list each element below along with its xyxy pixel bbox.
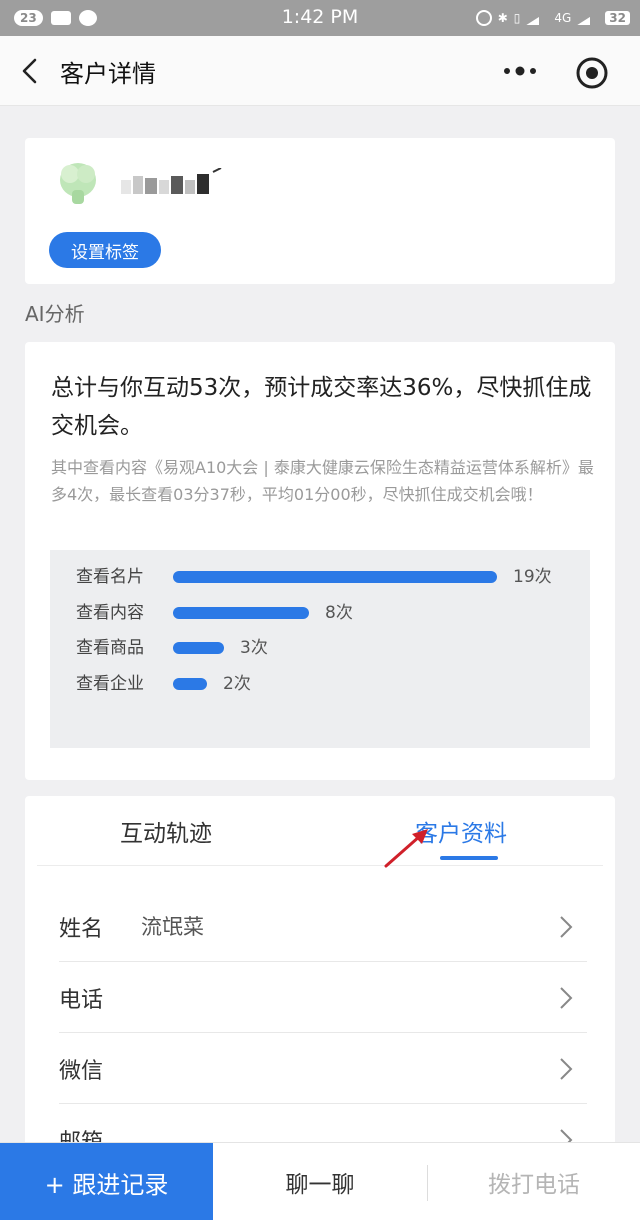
stat-label: 查看企业 <box>76 674 144 694</box>
stat-bar <box>173 678 207 690</box>
ai-analysis-card: 总计与你互动53次，预计成交率达36%，尽快抓住成交机会。 其中查看内容《易观A… <box>25 342 615 780</box>
field-value: 流氓菜 <box>141 915 204 939</box>
chevron-right-icon <box>560 1058 573 1080</box>
stat-label: 查看商品 <box>76 638 144 658</box>
annotation-arrow-icon <box>384 829 428 868</box>
ai-section-label: AI分析 <box>25 302 85 326</box>
stat-count: 2次 <box>223 674 251 694</box>
status-bar: 23 1:42 PM ✱ ▯ 4G 32 <box>0 0 640 36</box>
page-title: 客户详情 <box>60 60 156 88</box>
ai-headline: 总计与你互动53次，预计成交率达36%，尽快抓住成交机会。 <box>51 375 592 439</box>
field-name[interactable]: 姓名 流氓菜 <box>59 891 587 962</box>
avatar[interactable] <box>58 160 98 208</box>
tab-bar: 互动轨迹 客户资料 <box>37 796 603 868</box>
field-label: 电话 <box>59 988 104 1013</box>
more-dots-icon[interactable] <box>498 61 542 81</box>
chevron-right-icon <box>560 916 573 938</box>
stat-row: 查看商品 3次 <box>50 636 590 660</box>
bottom-action-bar: + 跟进记录 聊一聊 拨打电话 <box>0 1142 640 1220</box>
stat-bar <box>173 642 224 654</box>
field-wechat[interactable]: 微信 <box>59 1033 587 1104</box>
stat-row: 查看企业 2次 <box>50 672 590 696</box>
vibrate-icon: ▯ <box>513 11 521 25</box>
battery-indicator: 32 <box>605 11 630 25</box>
stat-count: 3次 <box>240 638 268 658</box>
customer-name-blurred <box>121 168 222 194</box>
stat-label: 查看内容 <box>76 603 144 623</box>
network-type-label: 4G <box>554 11 572 25</box>
set-tag-button[interactable]: 设置标签 <box>49 232 161 268</box>
stat-label: 查看名片 <box>76 567 144 587</box>
stat-count: 19次 <box>513 567 552 587</box>
call-button[interactable]: 拨打电话 <box>428 1143 640 1220</box>
stat-row: 查看名片 19次 <box>50 565 590 589</box>
chat-button[interactable]: 聊一聊 <box>213 1143 427 1220</box>
interaction-stats: 查看名片 19次 查看内容 8次 查看商品 3次 查看企业 2次 <box>50 550 590 748</box>
field-phone[interactable]: 电话 <box>59 962 587 1033</box>
chevron-left-icon[interactable] <box>16 56 46 86</box>
alarm-icon <box>475 10 492 26</box>
profile-card: 设置标签 <box>25 138 615 284</box>
target-icon[interactable] <box>574 55 610 91</box>
stat-count: 8次 <box>325 603 353 623</box>
bluetooth-icon: ✱ <box>497 11 508 25</box>
stat-bar <box>173 571 497 583</box>
field-label: 姓名 <box>59 917 104 942</box>
status-right: ✱ ▯ 4G 32 <box>475 7 630 29</box>
nav-bar: 客户详情 <box>0 36 640 106</box>
add-follow-up-button[interactable]: + 跟进记录 <box>0 1143 213 1220</box>
stat-bar <box>173 607 309 619</box>
tab-interaction-track[interactable]: 互动轨迹 <box>120 814 212 848</box>
active-tab-indicator <box>440 856 498 860</box>
field-label: 微信 <box>59 1059 104 1084</box>
signal-icon <box>526 11 549 25</box>
chevron-right-icon <box>560 987 573 1009</box>
signal-icon-2 <box>577 11 600 25</box>
stat-row: 查看内容 8次 <box>50 601 590 625</box>
ai-description: 其中查看内容《易观A10大会 | 泰康大健康云保险生态精益运营体系解析》最多4次… <box>51 458 594 504</box>
